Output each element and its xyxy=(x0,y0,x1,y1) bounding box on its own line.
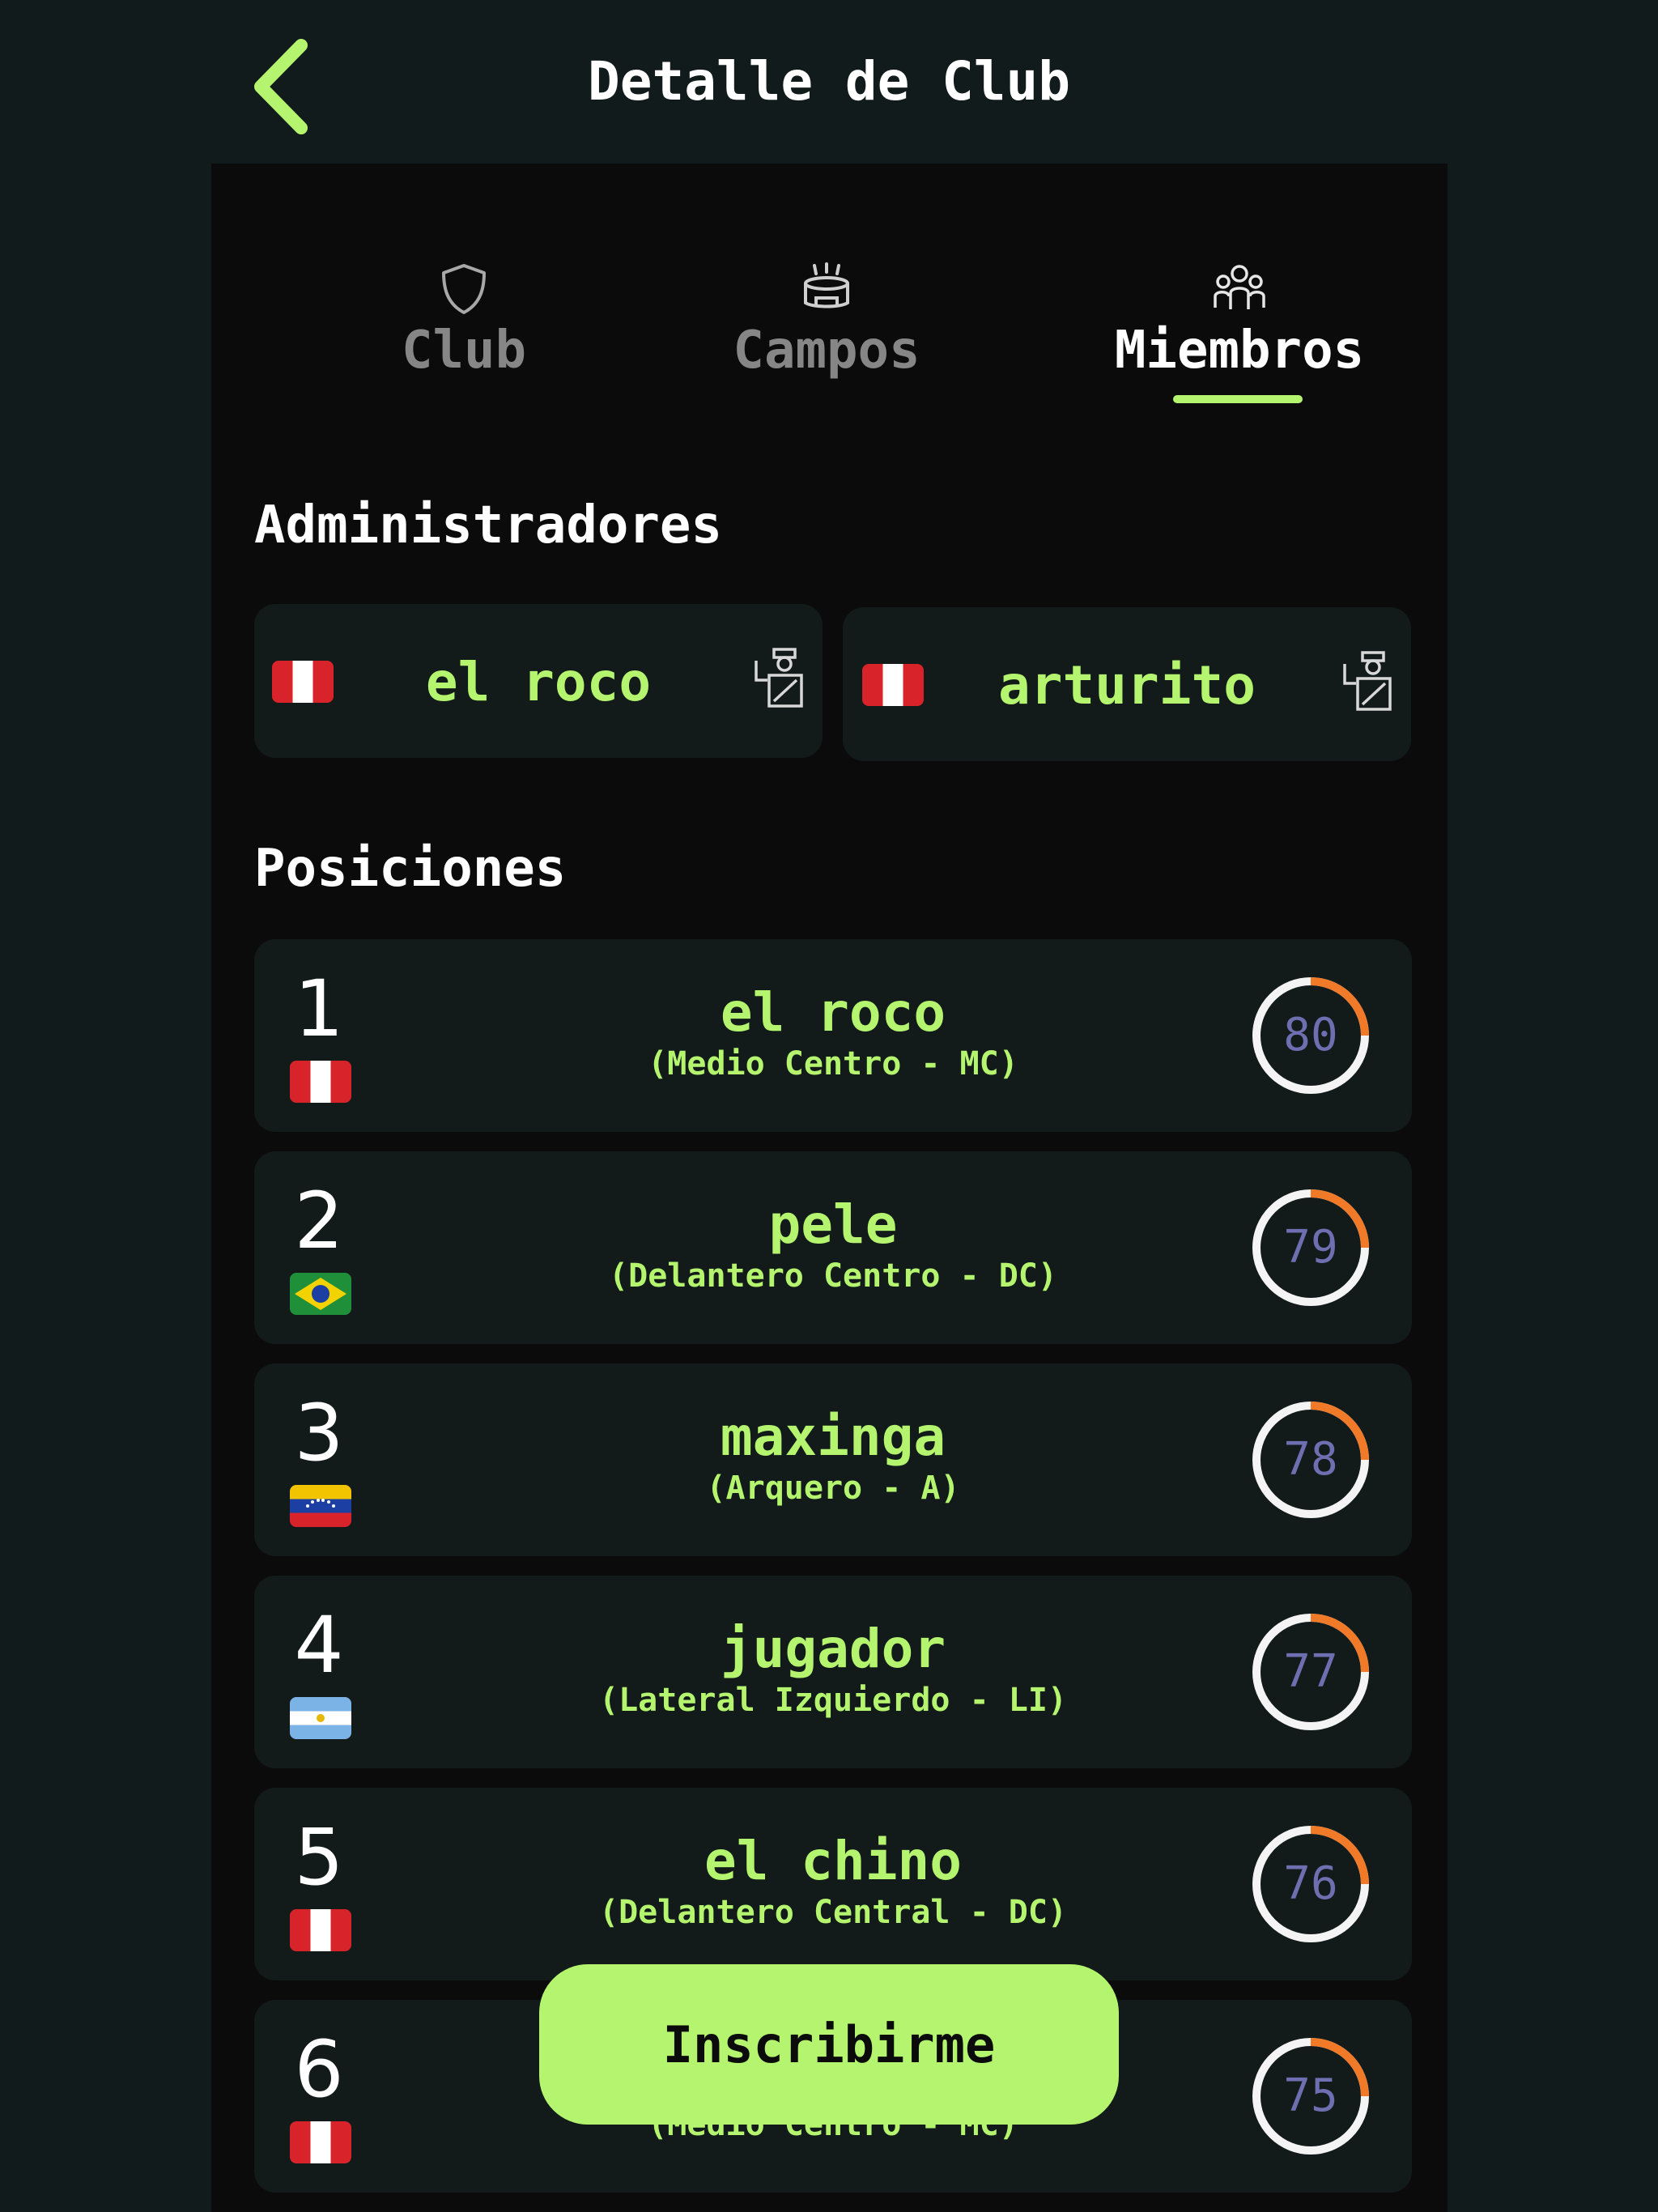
tab-club[interactable]: Club xyxy=(302,261,626,415)
brazil-flag-icon xyxy=(290,1273,351,1315)
admin-card[interactable]: el roco xyxy=(254,604,823,758)
active-tab-indicator xyxy=(1173,395,1303,403)
tab-label: Club xyxy=(401,321,527,381)
admin-card[interactable]: arturito xyxy=(843,607,1411,761)
rating-value: 76 xyxy=(1283,1857,1338,1910)
admins-section-title: Administradores xyxy=(254,496,722,555)
rating-gauge: 78 xyxy=(1250,1399,1371,1521)
admin-name: arturito xyxy=(998,654,1256,717)
player-rank: 3 xyxy=(294,1388,344,1478)
rating-gauge: 76 xyxy=(1250,1823,1371,1945)
player-position: (Delantero Centro - DC) xyxy=(609,1257,1057,1295)
player-rank: 4 xyxy=(294,1600,344,1691)
player-rank: 6 xyxy=(294,2024,344,2115)
peru-flag-icon xyxy=(290,2121,351,2163)
player-row[interactable]: 3 maxinga (Arquero - A) 78 xyxy=(254,1363,1412,1556)
tab-label: Miembros xyxy=(1114,321,1365,381)
player-name: pele xyxy=(768,1193,898,1256)
player-name: el chino xyxy=(704,1830,962,1892)
argentina-flag-icon xyxy=(290,1697,351,1739)
player-name: maxinga xyxy=(720,1406,946,1468)
player-position: (Medio Centro - MC) xyxy=(648,1045,1018,1083)
rating-gauge: 80 xyxy=(1250,975,1371,1096)
club-detail-panel: Club Campos Miembros Administradores el … xyxy=(211,164,1448,2212)
rating-value: 80 xyxy=(1283,1009,1338,1061)
player-rank: 1 xyxy=(294,963,344,1054)
player-position: (Delantero Central - DC) xyxy=(599,1894,1067,1931)
admin-name: el roco xyxy=(425,651,652,713)
player-name: el roco xyxy=(720,981,946,1044)
coach-icon xyxy=(755,648,803,708)
page-title: Detalle de Club xyxy=(587,50,1071,113)
tab-campos[interactable]: Campos xyxy=(665,261,988,415)
venezuela-flag-icon xyxy=(290,1485,351,1527)
peru-flag-icon xyxy=(290,1061,351,1103)
peru-flag-icon xyxy=(290,1909,351,1951)
positions-section-title: Posiciones xyxy=(254,839,567,899)
rating-value: 77 xyxy=(1283,1645,1338,1698)
player-row[interactable]: 5 el chino (Delantero Central - DC) 76 xyxy=(254,1788,1412,1980)
player-row[interactable]: 2 pele (Delantero Centro - DC) 79 xyxy=(254,1151,1412,1344)
tab-label: Campos xyxy=(733,321,920,381)
player-name: jugador xyxy=(720,1618,946,1680)
rating-value: 75 xyxy=(1283,2069,1338,2122)
player-rank: 2 xyxy=(294,1176,344,1266)
inscribirme-button[interactable]: Inscribirme xyxy=(539,1964,1119,2125)
rating-gauge: 77 xyxy=(1250,1611,1371,1733)
player-row[interactable]: 4 jugador (Lateral Izquierdo - LI) 77 xyxy=(254,1576,1412,1768)
coach-icon xyxy=(1343,651,1392,711)
stadium-icon xyxy=(804,262,849,308)
rating-value: 78 xyxy=(1283,1433,1338,1486)
player-position: (Lateral Izquierdo - LI) xyxy=(599,1682,1067,1719)
rating-gauge: 79 xyxy=(1250,1187,1371,1308)
group-icon xyxy=(1214,265,1265,309)
player-rank: 5 xyxy=(294,1812,344,1903)
player-position: (Arquero - A) xyxy=(706,1470,960,1507)
player-row[interactable]: 1 el roco (Medio Centro - MC) 80 xyxy=(254,939,1412,1132)
rating-value: 79 xyxy=(1283,1221,1338,1274)
shield-icon xyxy=(442,264,486,314)
rating-gauge: 75 xyxy=(1250,2035,1371,2157)
tab-miembros[interactable]: Miembros xyxy=(1078,261,1401,415)
top-bar: Detalle de Club xyxy=(0,0,1658,164)
